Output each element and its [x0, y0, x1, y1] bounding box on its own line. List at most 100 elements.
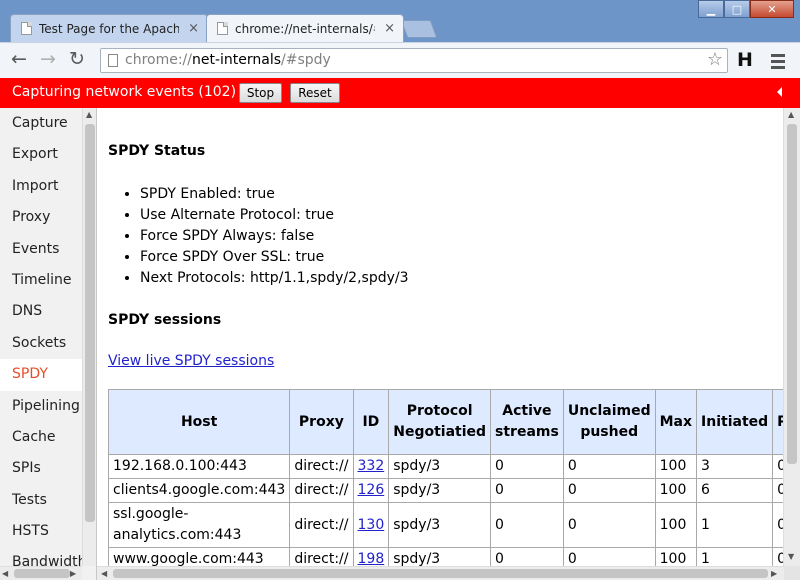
url-scheme: chrome://	[125, 52, 192, 68]
back-arrow-icon[interactable]: ←	[11, 49, 27, 69]
cell-proxy: direct://	[289, 454, 354, 479]
capture-status-banner: Capturing network events (102) Stop Rese…	[0, 78, 800, 108]
scrollbar-thumb[interactable]	[113, 569, 768, 578]
scroll-up-icon[interactable]: ▲	[788, 110, 794, 120]
scrollbar-thumb[interactable]	[14, 569, 70, 578]
cell-unclaimed-pushed: 0	[562, 478, 656, 503]
tab-close-icon[interactable]: ×	[188, 21, 199, 36]
url-text[interactable]: chrome://net-internals/#spdy	[125, 52, 331, 68]
scroll-up-icon[interactable]: ▲	[86, 110, 92, 120]
cell-unclaimed-pushed: 0	[562, 454, 656, 479]
scrollbar-thumb[interactable]	[787, 124, 797, 464]
new-tab-button[interactable]	[400, 20, 438, 38]
table-header-row: Host Proxy ID Protocol Negotiatied Activ…	[108, 389, 784, 455]
tab-net-internals[interactable]: chrome://net-internals/#spdy ×	[206, 14, 404, 42]
spdy-status-list: SPDY Enabled: true Use Alternate Protoco…	[108, 184, 409, 289]
page-icon	[217, 22, 228, 35]
sidebar-horizontal-scrollbar[interactable]: ◀ ▶	[0, 566, 82, 580]
sidebar-item-proxy[interactable]: Proxy	[0, 202, 82, 233]
cell-protocol: spdy/3	[388, 454, 492, 479]
sessions-table-container: Host Proxy ID Protocol Negotiatied Activ…	[108, 389, 784, 569]
tab-apache-test-page[interactable]: Test Page for the Apache HTTP ×	[10, 14, 208, 42]
extension-h-icon[interactable]: H	[737, 49, 753, 71]
address-bar[interactable]: chrome://net-internals/#spdy ☆	[100, 48, 728, 73]
sidebar-item-sockets[interactable]: Sockets	[0, 328, 82, 359]
sidebar-item-cache[interactable]: Cache	[0, 422, 82, 453]
sidebar-item-import[interactable]: Import	[0, 171, 82, 202]
sidebar-item-dns[interactable]: DNS	[0, 296, 82, 327]
list-item: Next Protocols: http/1.1,spdy/2,spdy/3	[140, 268, 409, 289]
spdy-sessions-heading: SPDY sessions	[108, 312, 222, 328]
table-row: ssl.google-analytics.com:443 direct:// 1…	[108, 502, 784, 548]
column-header-max: Max	[654, 389, 698, 455]
sidebar-item-tests[interactable]: Tests	[0, 485, 82, 516]
cell-max: 100	[654, 502, 698, 548]
sidebar-item-export[interactable]: Export	[0, 139, 82, 170]
sidebar-item-capture[interactable]: Capture	[0, 108, 82, 139]
scrollbar-thumb[interactable]	[85, 124, 95, 522]
url-path: /#spdy	[281, 52, 331, 68]
list-item: Force SPDY Always: false	[140, 226, 409, 247]
scrollbar-corner	[784, 566, 800, 580]
sidebar-item-spis[interactable]: SPIs	[0, 453, 82, 484]
cell-id: 126	[352, 478, 390, 503]
cell-max: 100	[654, 478, 698, 503]
session-id-link[interactable]: 198	[358, 551, 385, 567]
reload-icon[interactable]: ↻	[69, 49, 85, 69]
minimize-button[interactable]: ▁	[698, 0, 724, 18]
cell-host: ssl.google-analytics.com:443	[108, 502, 291, 548]
cell-initiated: 1	[696, 502, 774, 548]
scroll-right-icon[interactable]: ▶	[70, 569, 76, 579]
cell-active-streams: 0	[490, 502, 564, 548]
column-header-host: Host	[108, 389, 291, 455]
collapse-arrow-icon[interactable]	[777, 87, 782, 97]
maximize-button[interactable]: □	[724, 0, 750, 18]
cell-proxy: direct://	[289, 478, 354, 503]
column-header-id: ID	[352, 389, 390, 455]
column-header-proxy: Proxy	[289, 389, 354, 455]
column-header-protocol: Protocol Negotiatied	[388, 389, 492, 455]
forward-arrow-icon[interactable]: →	[40, 49, 56, 69]
spdy-view: SPDY Status SPDY Enabled: true Use Alter…	[97, 108, 800, 580]
content-horizontal-scrollbar[interactable]: ◀ ▶	[97, 566, 784, 580]
cell-host: clients4.google.com:443	[108, 478, 291, 503]
cell-active-streams: 0	[490, 478, 564, 503]
spdy-status-heading: SPDY Status	[108, 143, 206, 159]
cell-initiated: 3	[696, 454, 774, 479]
column-header-initiated: Initiated	[696, 389, 774, 455]
close-window-button[interactable]: ✕	[750, 0, 794, 18]
scroll-left-icon[interactable]: ◀	[101, 569, 107, 579]
table-row: 192.168.0.100:443 direct:// 332 spdy/3 0…	[108, 454, 784, 479]
tab-close-icon[interactable]: ×	[384, 21, 395, 36]
bookmark-star-icon[interactable]: ☆	[707, 49, 723, 70]
sidebar-item-pipelining[interactable]: Pipelining	[0, 391, 82, 422]
session-id-link[interactable]: 126	[358, 482, 385, 498]
url-host: net-internals	[192, 52, 282, 68]
column-header-active-streams: Active streams	[490, 389, 564, 455]
title-bar: Test Page for the Apache HTTP × chrome:/…	[0, 0, 800, 42]
sidebar-item-timeline[interactable]: Timeline	[0, 265, 82, 296]
reset-button[interactable]: Reset	[290, 83, 340, 103]
scroll-left-icon[interactable]: ◀	[2, 569, 8, 579]
column-header-unclaimed-pushed: Unclaimed pushed	[562, 389, 656, 455]
sidebar-vertical-scrollbar[interactable]: ▲	[82, 108, 96, 566]
page-icon	[21, 22, 32, 35]
content-vertical-scrollbar[interactable]: ▲ ▼	[783, 108, 800, 566]
session-id-link[interactable]: 332	[358, 458, 385, 474]
sidebar-item-hsts[interactable]: HSTS	[0, 516, 82, 547]
stop-button[interactable]: Stop	[239, 83, 282, 103]
cell-initiated: 6	[696, 478, 774, 503]
view-live-sessions-link[interactable]: View live SPDY sessions	[108, 353, 274, 369]
page-icon	[108, 54, 118, 67]
tab-sidebar: Capture Export Import Proxy Events Timel…	[0, 108, 97, 580]
list-item: Use Alternate Protocol: true	[140, 205, 409, 226]
cell-protocol: spdy/3	[388, 478, 492, 503]
scroll-down-icon[interactable]: ▼	[788, 552, 794, 562]
sidebar-item-events[interactable]: Events	[0, 234, 82, 265]
scroll-right-icon[interactable]: ▶	[771, 569, 777, 579]
sidebar-item-spdy[interactable]: SPDY	[0, 359, 82, 391]
session-id-link[interactable]: 130	[358, 517, 385, 533]
browser-toolbar: ← → ↻ chrome://net-internals/#spdy ☆ H	[0, 42, 800, 78]
menu-icon[interactable]	[771, 54, 785, 72]
capture-status-text: Capturing network events (102)	[12, 84, 237, 100]
